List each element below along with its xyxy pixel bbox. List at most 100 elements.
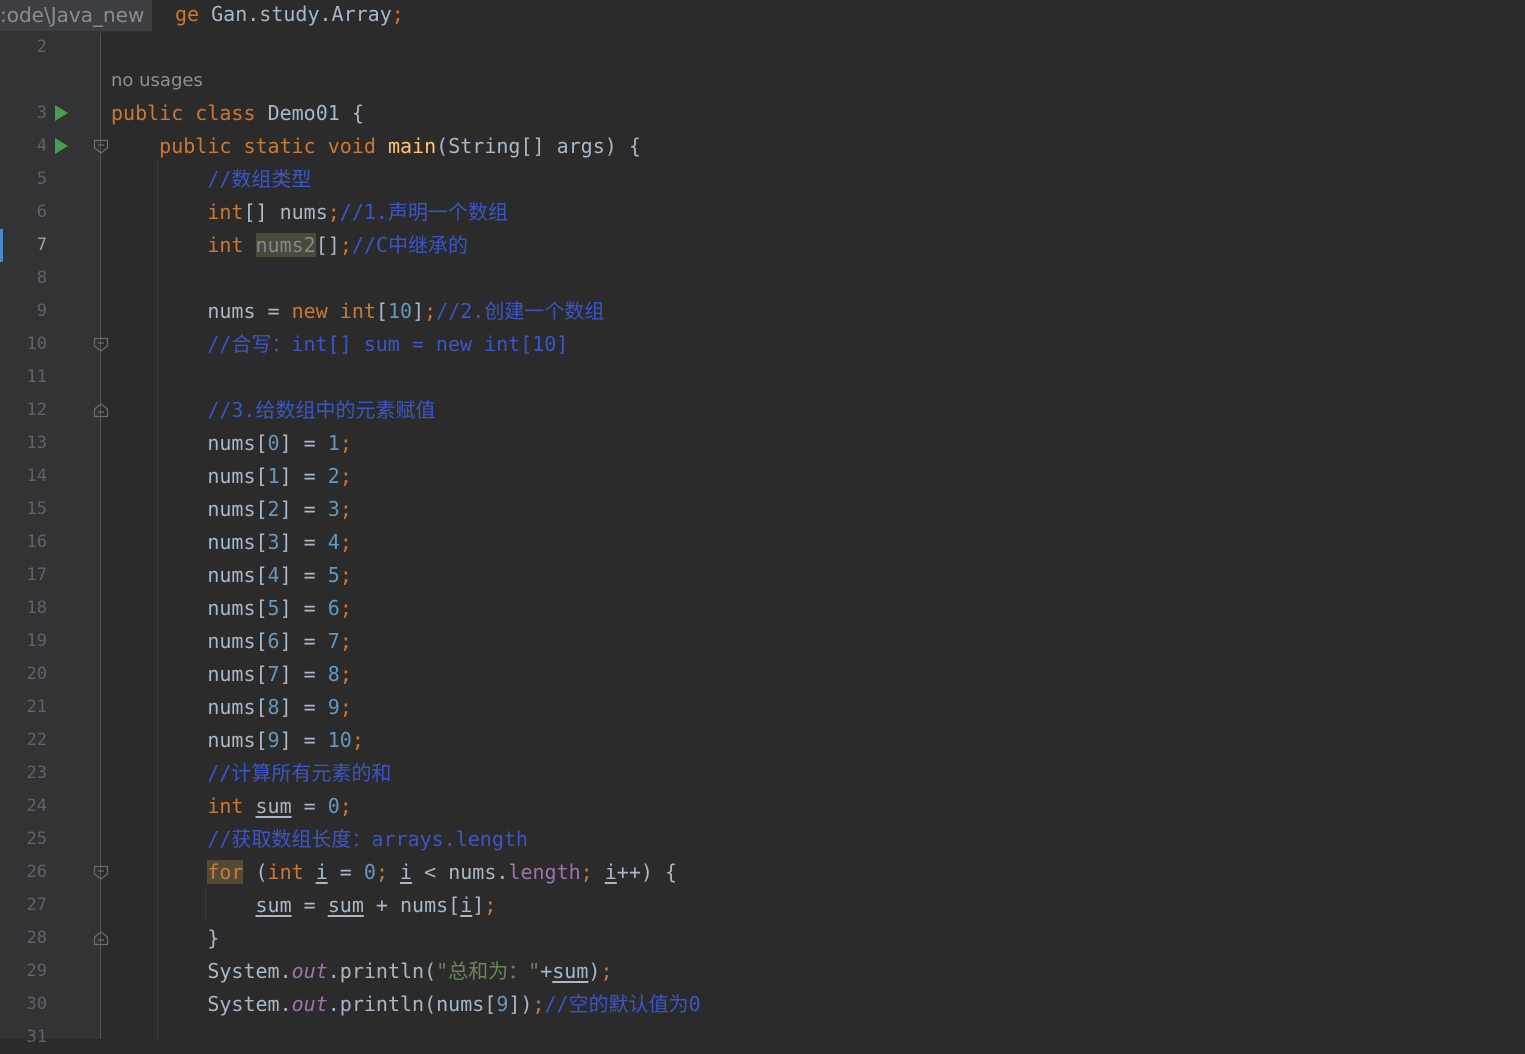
code-line[interactable]: 17 nums[4] = 5; <box>0 559 1525 592</box>
code-vision-no-usages[interactable]: no usages <box>111 64 203 97</box>
line-number[interactable]: 11 <box>0 361 47 394</box>
code-editor[interactable]: ge Gan.study.Array; :ode\Java_new no usa… <box>0 0 1525 1047</box>
line-number[interactable]: 21 <box>0 691 47 724</box>
line-number[interactable]: 2 <box>0 31 47 64</box>
code-text[interactable]: //计算所有元素的和 <box>111 757 391 790</box>
code-line[interactable]: 9 nums = new int[10];//2.创建一个数组 <box>0 295 1525 328</box>
code-line[interactable]: 11 <box>0 361 1525 394</box>
line-number[interactable]: 22 <box>0 724 47 757</box>
code-line[interactable]: 2 <box>0 31 1525 64</box>
code-text[interactable]: nums[5] = 6; <box>111 592 352 625</box>
line-number[interactable]: 17 <box>0 559 47 592</box>
static-field-out: out <box>291 992 328 1016</box>
code-text[interactable]: nums[4] = 5; <box>111 559 352 592</box>
run-icon[interactable] <box>53 105 69 121</box>
line-number[interactable]: 8 <box>0 262 47 295</box>
code-text[interactable]: //合写：int[] sum = new int[10] <box>111 328 568 361</box>
line-number[interactable]: 26 <box>0 856 47 889</box>
line-number[interactable]: 28 <box>0 922 47 955</box>
line-number[interactable]: 7 <box>0 229 47 262</box>
run-icon[interactable] <box>53 138 69 154</box>
line-number[interactable]: 27 <box>0 889 47 922</box>
code-line[interactable]: 7 int nums2[];//C中继承的 <box>0 229 1525 262</box>
line-number[interactable]: 31 <box>0 1021 47 1054</box>
code-text[interactable]: System.out.println("总和为："+sum); <box>111 955 612 988</box>
line-number[interactable]: 23 <box>0 757 47 790</box>
fold-collapse-icon[interactable] <box>93 865 109 880</box>
code-line[interactable]: 25 //获取数组长度：arrays.length <box>0 823 1525 856</box>
code-line[interactable]: 15 nums[2] = 3; <box>0 493 1525 526</box>
code-line[interactable]: 28 } <box>0 922 1525 955</box>
code-text[interactable]: //获取数组长度：arrays.length <box>111 823 528 856</box>
line-number[interactable]: 13 <box>0 427 47 460</box>
code-line[interactable]: 18 nums[5] = 6; <box>0 592 1525 625</box>
code-text[interactable]: int sum = 0; <box>111 790 352 823</box>
line-number[interactable]: 20 <box>0 658 47 691</box>
line-number[interactable]: 3 <box>0 97 47 130</box>
line-number[interactable]: 9 <box>0 295 47 328</box>
code-text[interactable]: int[] nums;//1.声明一个数组 <box>111 196 508 229</box>
line-number[interactable]: 16 <box>0 526 47 559</box>
code-line[interactable]: 31 <box>0 1021 1525 1054</box>
code-line[interactable]: 29 System.out.println("总和为："+sum); <box>0 955 1525 988</box>
code-line[interactable]: 6 int[] nums;//1.声明一个数组 <box>0 196 1525 229</box>
code-text[interactable]: System.out.println(nums[9]);//空的默认值为0 <box>111 988 700 1021</box>
line-number[interactable]: 10 <box>0 328 47 361</box>
line-number[interactable]: 5 <box>0 163 47 196</box>
code-text[interactable]: sum = sum + nums[i]; <box>111 889 497 922</box>
line-number[interactable]: 14 <box>0 460 47 493</box>
code-text[interactable]: nums[0] = 1; <box>111 427 352 460</box>
code-line[interactable]: 19 nums[6] = 7; <box>0 625 1525 658</box>
line-number[interactable]: 6 <box>0 196 47 229</box>
code-text[interactable]: nums[1] = 2; <box>111 460 352 493</box>
code-line[interactable]: 12 //3.给数组中的元素赋值 <box>0 394 1525 427</box>
code-line[interactable]: 3 public class Demo01 { <box>0 97 1525 130</box>
code-text[interactable]: nums[6] = 7; <box>111 625 352 658</box>
line-number[interactable]: 25 <box>0 823 47 856</box>
semicolon: ; <box>339 695 352 719</box>
code-line[interactable]: 21 nums[8] = 9; <box>0 691 1525 724</box>
code-text[interactable]: int nums2[];//C中继承的 <box>111 229 468 262</box>
code-line[interactable]: 10 //合写：int[] sum = new int[10] <box>0 328 1525 361</box>
fold-collapse-icon[interactable] <box>93 139 109 154</box>
code-line[interactable]: 13 nums[0] = 1; <box>0 427 1525 460</box>
code-text[interactable]: nums = new int[10];//2.创建一个数组 <box>111 295 604 328</box>
code-text[interactable]: //3.给数组中的元素赋值 <box>111 394 435 427</box>
code-line[interactable]: 24 int sum = 0; <box>0 790 1525 823</box>
code-text[interactable]: nums[8] = 9; <box>111 691 352 724</box>
code-text[interactable]: nums[7] = 8; <box>111 658 352 691</box>
code-text[interactable]: } <box>111 922 219 955</box>
code-line[interactable]: 30 System.out.println(nums[9]);//空的默认值为0 <box>0 988 1525 1021</box>
code-line[interactable]: 5 //数组类型 <box>0 163 1525 196</box>
code-text[interactable]: public static void main(String[] args) { <box>111 130 641 163</box>
code-line[interactable]: 27 sum = sum + nums[i]; <box>0 889 1525 922</box>
fold-collapse-icon[interactable] <box>93 337 109 352</box>
line-number[interactable]: 4 <box>0 130 47 163</box>
code-line[interactable]: 23 //计算所有元素的和 <box>0 757 1525 790</box>
line-number[interactable]: 19 <box>0 625 47 658</box>
code-text[interactable]: nums[2] = 3; <box>111 493 352 526</box>
code-line[interactable]: 26 for (int i = 0; i < nums.length; i++)… <box>0 856 1525 889</box>
breadcrumb-path[interactable]: :ode\Java_new <box>0 0 153 32</box>
code-text[interactable]: //数组类型 <box>111 163 311 196</box>
line-number[interactable]: 18 <box>0 592 47 625</box>
line-number[interactable]: 24 <box>0 790 47 823</box>
code-text[interactable]: public class Demo01 { <box>111 97 364 130</box>
fold-end-icon[interactable] <box>93 403 109 418</box>
code-line[interactable]: 4 public static void main(String[] args)… <box>0 130 1525 163</box>
line-number[interactable]: 30 <box>0 988 47 1021</box>
unused-variable[interactable]: nums2 <box>255 233 316 257</box>
code-line[interactable]: 20 nums[7] = 8; <box>0 658 1525 691</box>
fold-end-icon[interactable] <box>93 931 109 946</box>
line-number[interactable]: 12 <box>0 394 47 427</box>
code-line[interactable]: 22 nums[9] = 10; <box>0 724 1525 757</box>
code-text[interactable]: for (int i = 0; i < nums.length; i++) { <box>111 856 677 889</box>
brace: { <box>339 101 364 125</box>
code-line[interactable]: 16 nums[3] = 4; <box>0 526 1525 559</box>
line-number[interactable]: 29 <box>0 955 47 988</box>
code-line[interactable]: 14 nums[1] = 2; <box>0 460 1525 493</box>
code-text[interactable]: nums[9] = 10; <box>111 724 364 757</box>
code-text[interactable]: nums[3] = 4; <box>111 526 352 559</box>
line-number[interactable]: 15 <box>0 493 47 526</box>
code-line[interactable]: 8 <box>0 262 1525 295</box>
